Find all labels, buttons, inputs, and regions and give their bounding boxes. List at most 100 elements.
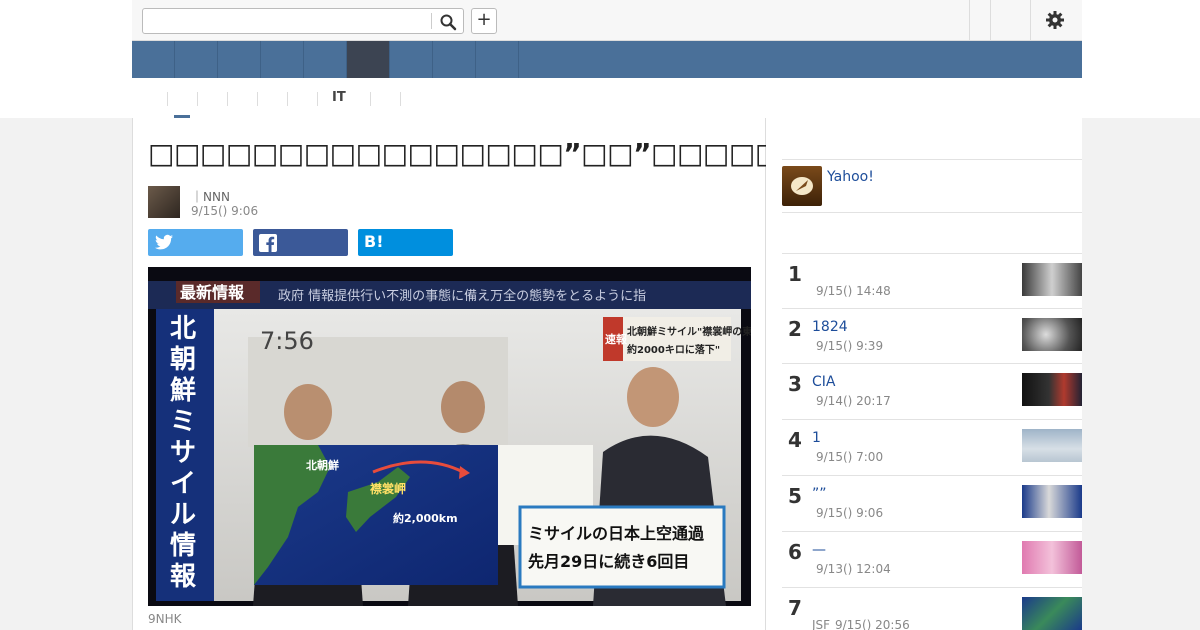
subnav-divider <box>197 92 198 106</box>
photo-map-country: 北朝鮮 <box>306 458 339 472</box>
photo-vertical-char: 情 <box>170 531 196 561</box>
photo-flash-line: 約2000キロに落下" <box>627 343 720 356</box>
nav-tab[interactable] <box>390 41 433 78</box>
photo-vertical-char: イ <box>170 469 196 499</box>
header-divider <box>969 0 970 40</box>
ranking-item[interactable]: 1 9/15() 14:48 <box>782 253 1082 309</box>
ranking-date: 9/15() 9:39 <box>816 339 884 353</box>
sidebar-divider <box>782 159 1082 160</box>
subnav-divider <box>257 92 258 106</box>
subnav-item-it[interactable]: IT <box>332 90 346 105</box>
search-input[interactable] <box>147 12 427 30</box>
facebook-icon <box>259 234 277 252</box>
yahoo-link[interactable]: Yahoo! <box>827 169 874 185</box>
ranking-source: JSF <box>812 618 831 630</box>
nav-tab[interactable] <box>476 41 519 78</box>
hatena-label: B! <box>364 232 384 251</box>
twitter-icon <box>155 234 173 250</box>
nav-tab[interactable] <box>218 41 261 78</box>
ranking-thumbnail[interactable] <box>1022 485 1082 518</box>
sidebar-divider <box>782 212 1082 213</box>
ranking-title[interactable]: — <box>812 542 826 558</box>
gear-icon[interactable] <box>1045 10 1065 30</box>
photo-map-distance: 約2,000km <box>393 511 458 525</box>
ranking-item[interactable]: 7 JSF 9/15() 20:56 <box>782 587 1082 630</box>
category-nav <box>132 41 1082 78</box>
ranking-date: 9/13() 12:04 <box>816 562 891 576</box>
ranking-number: 2 <box>788 317 802 341</box>
ranking-thumbnail[interactable] <box>1022 541 1082 574</box>
photo-vertical-char: 北 <box>170 314 196 344</box>
ranking-date: 9/15() 20:56 <box>835 618 910 630</box>
ranking-number: 4 <box>788 428 802 452</box>
ranking-thumbnail[interactable] <box>1022 429 1082 462</box>
ranking-date: 9/14() 20:17 <box>816 394 891 408</box>
photo-vertical-char: サ <box>170 438 196 468</box>
photo-vertical-char: ミ <box>170 407 196 437</box>
nav-tab[interactable] <box>132 41 175 78</box>
photo-board-line: 先月29日に続き6回目 <box>528 552 689 571</box>
subnav-divider <box>167 92 168 106</box>
ranking-thumbnail[interactable] <box>1022 318 1082 351</box>
ranking-thumbnail[interactable] <box>1022 373 1082 406</box>
photo-board-line: ミサイルの日本上空通過 <box>528 524 705 543</box>
nav-tab[interactable] <box>433 41 476 78</box>
article-title: □□□□□□□□□□□□□□□□”□□”□□□□□□□□□□□□□□ <box>148 137 1015 170</box>
twitter-share-button[interactable] <box>148 229 243 256</box>
ranking-title[interactable]: CIA <box>812 374 835 390</box>
header-divider <box>990 0 991 40</box>
photo-ticker: 政府 情報提供行い不測の事態に備え万全の態勢をとるように指 <box>278 288 646 304</box>
article-byline[interactable]: ｜NNN <box>191 188 230 205</box>
yahoo-news-icon[interactable] <box>782 166 822 206</box>
ranking-number: 1 <box>788 262 802 286</box>
ranking-item[interactable]: 2 1824 9/15() 9:39 <box>782 308 1082 364</box>
subnav-divider <box>370 92 371 106</box>
ranking-thumbnail[interactable] <box>1022 263 1082 296</box>
subnav-divider <box>400 92 401 106</box>
hatena-bookmark-button[interactable]: B! <box>358 229 453 256</box>
photo-vertical-char: 鮮 <box>170 376 196 406</box>
ranking-title[interactable]: ”” <box>812 486 827 502</box>
sidebar: Yahoo! 1 9/15() 14:48 2 1824 9/15() 9:39… <box>766 118 1082 630</box>
nav-tab[interactable] <box>304 41 347 78</box>
article: □□□□□□□□□□□□□□□□”□□”□□□□□□□□□□□□□□ ｜NNN … <box>132 118 1015 630</box>
ranking-date: 9/15() 9:06 <box>816 506 884 520</box>
ranking-item[interactable]: 4 1 9/15() 7:00 <box>782 419 1082 475</box>
ranking-number: 7 <box>788 596 802 620</box>
ranking-title[interactable]: 1824 <box>812 319 848 335</box>
nav-tab-active[interactable] <box>347 41 390 78</box>
photo-flash-line: 北朝鮮ミサイル"襟裳岬の東 <box>627 325 751 338</box>
subnav-divider <box>287 92 288 106</box>
nav-tab[interactable] <box>261 41 304 78</box>
photo-clock: 7:56 <box>260 327 314 355</box>
photo-flash-tag: 速報 <box>605 332 628 346</box>
nav-tab[interactable] <box>175 41 218 78</box>
ranking-item[interactable]: 5 ”” 9/15() 9:06 <box>782 475 1082 531</box>
ranking-number: 3 <box>788 372 802 396</box>
search-box <box>142 8 464 34</box>
ranking-number: 6 <box>788 540 802 564</box>
add-button[interactable]: + <box>471 8 497 34</box>
photo-vertical-char: ル <box>170 500 196 530</box>
photo-map-cape: 襟裳岬 <box>370 481 406 496</box>
ranking-item[interactable]: 3 CIA 9/14() 20:17 <box>782 363 1082 419</box>
search-icon[interactable] <box>439 13 457 31</box>
header-divider <box>1030 0 1031 40</box>
article-photo[interactable]: 最新情報 政府 情報提供行い不測の事態に備え万全の態勢をとるように指 7:56 … <box>148 267 751 606</box>
photo-banner: 最新情報 <box>180 283 245 302</box>
facebook-share-button[interactable] <box>253 229 348 256</box>
ranking-date: 9/15() 14:48 <box>816 284 891 298</box>
photo-vertical-char: 朝 <box>170 344 196 375</box>
ranking-title[interactable]: 1 <box>812 430 821 446</box>
photo-caption: 9NHK <box>148 612 182 626</box>
photo-vertical-char: 報 <box>170 562 197 592</box>
quill-icon <box>791 177 813 195</box>
subnav-divider <box>227 92 228 106</box>
search-divider <box>431 13 432 29</box>
ranking-number: 5 <box>788 484 802 508</box>
ranking-item[interactable]: 6 — 9/13() 12:04 <box>782 531 1082 587</box>
author-avatar[interactable] <box>148 186 180 218</box>
article-date: 9/15() 9:06 <box>191 204 259 218</box>
ranking-thumbnail[interactable] <box>1022 597 1082 630</box>
sub-category-nav: IT <box>132 78 1082 118</box>
